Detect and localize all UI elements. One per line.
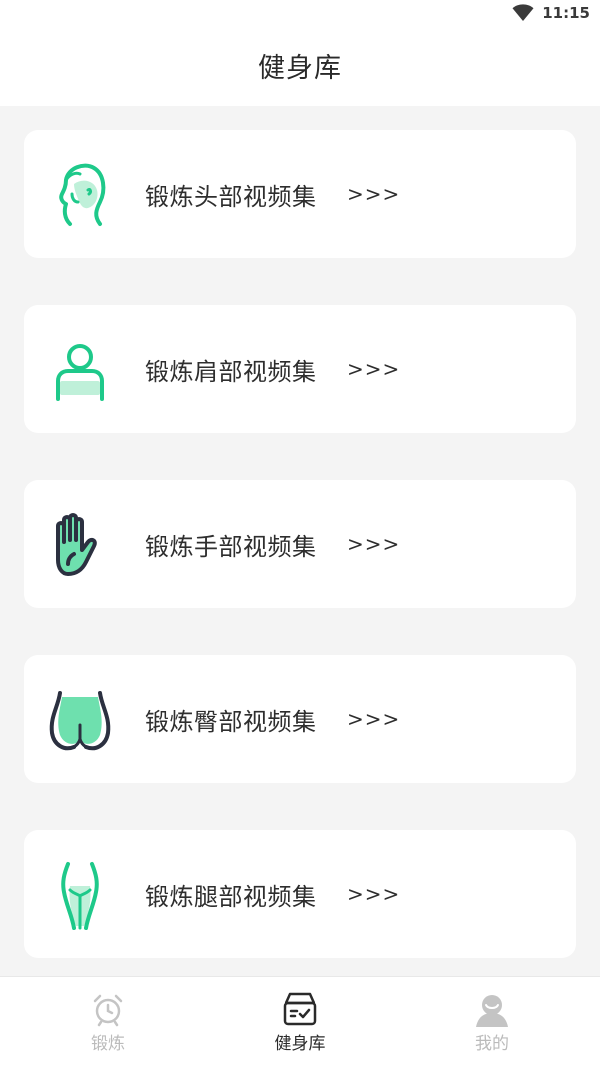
- bottom-tab-bar: 锻炼 健身库 我的: [0, 976, 600, 1068]
- card-leg-videos[interactable]: 锻炼腿部视频集 >>>: [24, 830, 576, 958]
- leg-icon: [44, 860, 116, 932]
- card-arrow: >>>: [347, 357, 401, 381]
- tab-label: 健身库: [274, 1034, 326, 1054]
- card-label: 锻炼手部视频集: [145, 533, 317, 561]
- card-label: 锻炼臀部视频集: [145, 708, 317, 736]
- tab-exercise[interactable]: 锻炼: [8, 977, 208, 1068]
- tab-fitness-library[interactable]: 健身库: [200, 977, 400, 1068]
- card-arrow: >>>: [347, 182, 401, 206]
- page-title: 健身库: [258, 52, 342, 84]
- alarm-clock-icon: [90, 991, 126, 1027]
- tab-label: 我的: [475, 1034, 509, 1054]
- card-arrow: >>>: [347, 882, 401, 906]
- category-list: 锻炼头部视频集 >>> 锻炼肩部视频集 >>> 锻炼手部视频集 >>> 锻炼臀部…: [24, 130, 576, 1005]
- wifi-icon: [512, 4, 534, 22]
- status-indicators: 11:15: [512, 4, 590, 22]
- archive-box-icon: [282, 991, 318, 1027]
- status-bar: 11:15: [0, 0, 600, 30]
- card-hip-videos[interactable]: 锻炼臀部视频集 >>>: [24, 655, 576, 783]
- card-hand-videos[interactable]: 锻炼手部视频集 >>>: [24, 480, 576, 608]
- shoulder-icon: [44, 335, 116, 407]
- card-head-videos[interactable]: 锻炼头部视频集 >>>: [24, 130, 576, 258]
- card-arrow: >>>: [347, 707, 401, 731]
- card-label: 锻炼肩部视频集: [145, 358, 317, 386]
- head-icon: [44, 160, 116, 232]
- tab-label: 锻炼: [91, 1034, 125, 1054]
- status-time: 11:15: [542, 4, 590, 22]
- hip-icon: [44, 685, 116, 757]
- user-avatar-icon: [474, 991, 510, 1027]
- card-arrow: >>>: [347, 532, 401, 556]
- card-label: 锻炼腿部视频集: [145, 883, 317, 911]
- card-shoulder-videos[interactable]: 锻炼肩部视频集 >>>: [24, 305, 576, 433]
- hand-icon: [44, 510, 116, 582]
- page-header: 健身库: [0, 30, 600, 106]
- card-label: 锻炼头部视频集: [145, 183, 317, 211]
- tab-mine[interactable]: 我的: [392, 977, 592, 1068]
